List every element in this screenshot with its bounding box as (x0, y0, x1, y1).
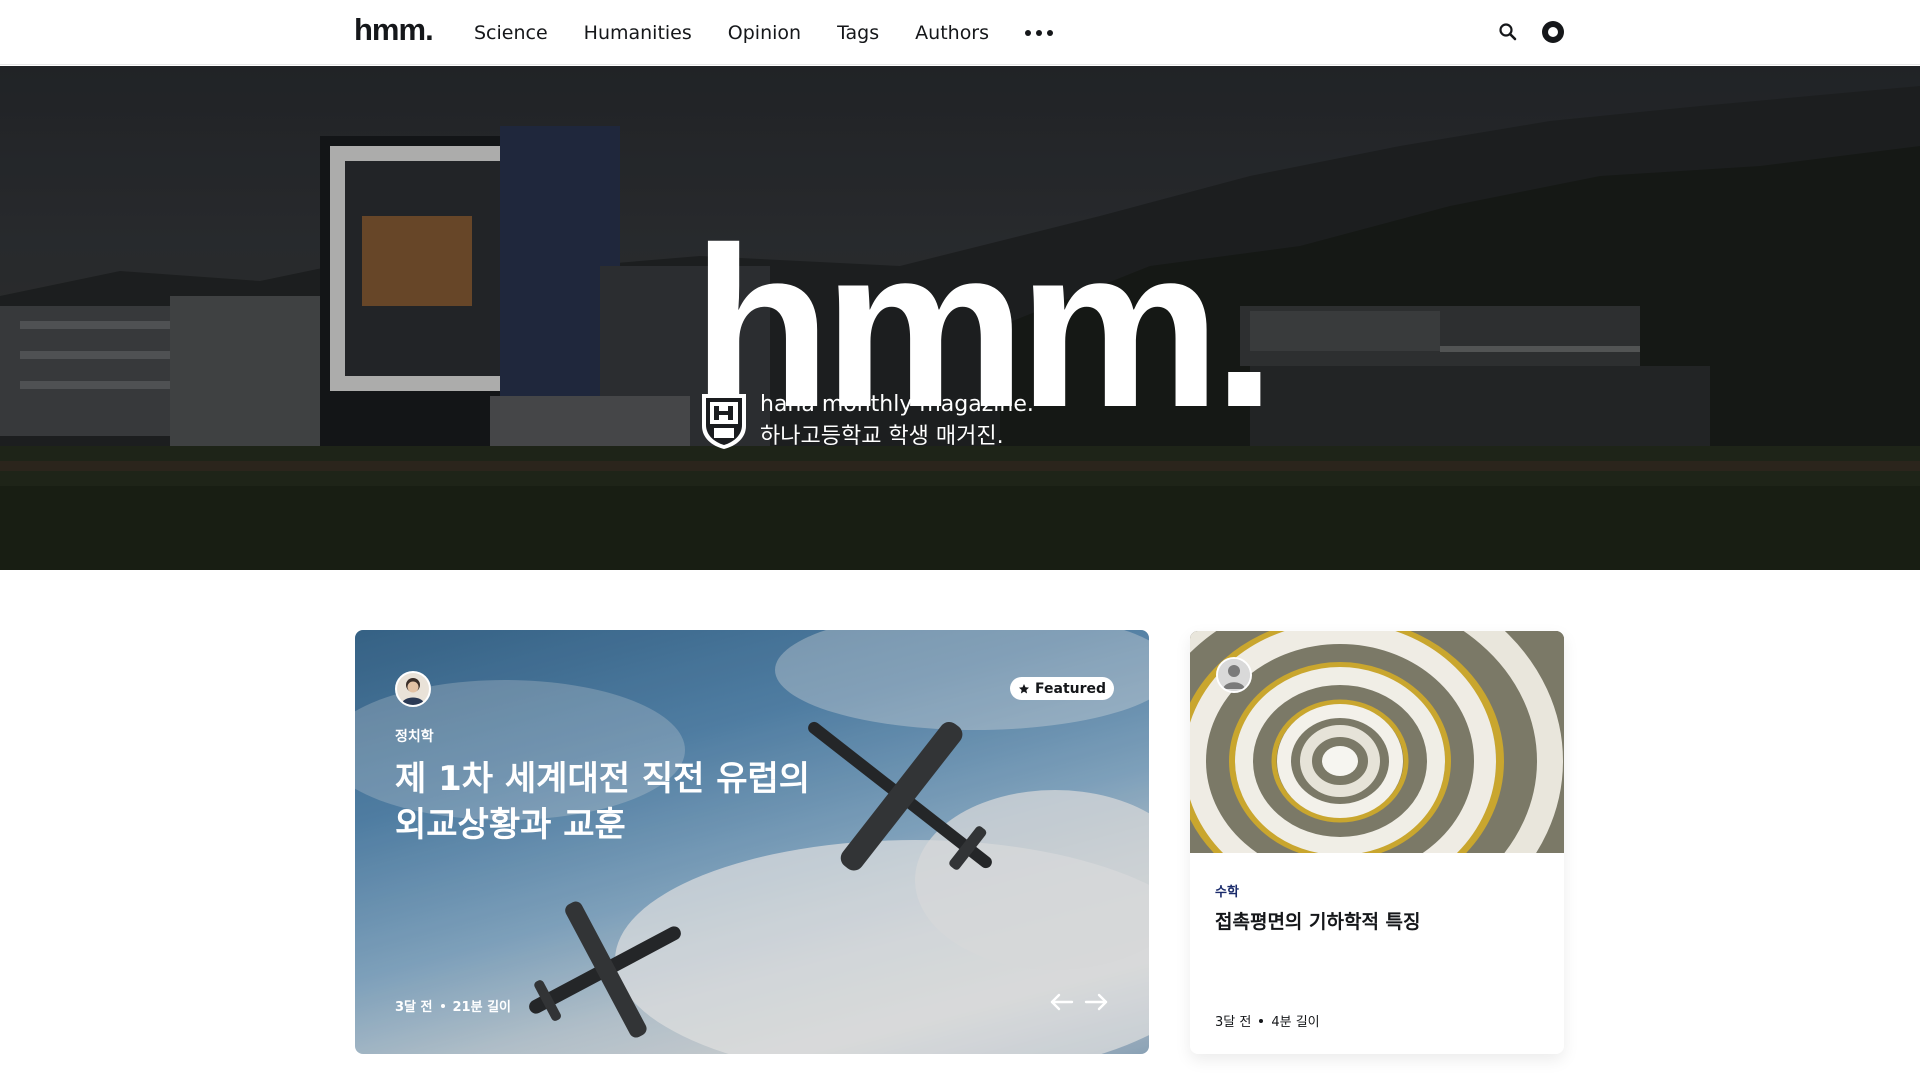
main-nav: Science Humanities Opinion Tags Authors (474, 0, 1054, 65)
post-title-line2: 외교상황과 교훈 (395, 805, 626, 845)
post-title[interactable]: 제 1차 세계대전 직전 유럽의 외교상황과 교훈 (395, 756, 915, 848)
site-header: hmm. Science Humanities Opinion Tags Aut… (0, 0, 1920, 65)
more-dots-icon[interactable] (1025, 23, 1054, 43)
post-title[interactable]: 접촉평면의 기하학적 특징 (1215, 907, 1421, 934)
post-meta: 3달 전 21분 길이 (395, 996, 511, 1015)
nav-item-tags[interactable]: Tags (837, 22, 879, 44)
post-tag[interactable]: 수학 (1215, 881, 1239, 900)
meta-separator (1259, 1018, 1264, 1023)
hero-banner: hmm. hana monthly magazine. 하나고등학교 학생 매거… (0, 66, 1920, 570)
featured-badge-label: Featured (1035, 680, 1107, 697)
featured-badge: Featured (1010, 677, 1115, 700)
post-meta: 3달 전 4분 길이 (1215, 1011, 1320, 1030)
post-date: 3달 전 (1215, 1015, 1252, 1030)
nav-item-authors[interactable]: Authors (915, 22, 989, 44)
arrow-left-icon[interactable] (1049, 992, 1075, 1012)
post-title-line1: 제 1차 세계대전 직전 유럽의 (395, 759, 811, 799)
hero-subtitle-en: hana monthly magazine. (760, 392, 1034, 417)
user-avatar-icon[interactable] (1216, 657, 1252, 693)
post-read-time: 21분 길이 (452, 1000, 512, 1015)
author-avatar[interactable] (395, 671, 431, 707)
post-tag[interactable]: 정치학 (395, 726, 434, 746)
hero-subtitle: hana monthly magazine. 하나고등학교 학생 매거진. (760, 389, 1034, 453)
nav-item-science[interactable]: Science (474, 22, 548, 44)
featured-post-card[interactable]: Featured 정치학 제 1차 세계대전 직전 유럽의 외교상황과 교훈 3… (355, 630, 1149, 1054)
nav-item-humanities[interactable]: Humanities (584, 22, 692, 44)
site-logo[interactable]: hmm. (354, 14, 434, 45)
post-date: 3달 전 (395, 1000, 433, 1015)
meta-separator (440, 1003, 445, 1008)
post-card[interactable]: 수학 접촉평면의 기하학적 특징 3달 전 4분 길이 (1190, 631, 1564, 1054)
arrow-right-icon[interactable] (1083, 992, 1109, 1012)
school-crest-icon (702, 394, 746, 449)
post-read-time: 4분 길이 (1271, 1015, 1320, 1030)
theme-toggle-icon[interactable] (1542, 21, 1564, 43)
star-icon (1019, 683, 1029, 693)
hero-subtitle-ko: 하나고등학교 학생 매거진. (760, 424, 1004, 449)
search-icon[interactable] (1496, 20, 1520, 44)
nav-item-opinion[interactable]: Opinion (728, 22, 801, 44)
